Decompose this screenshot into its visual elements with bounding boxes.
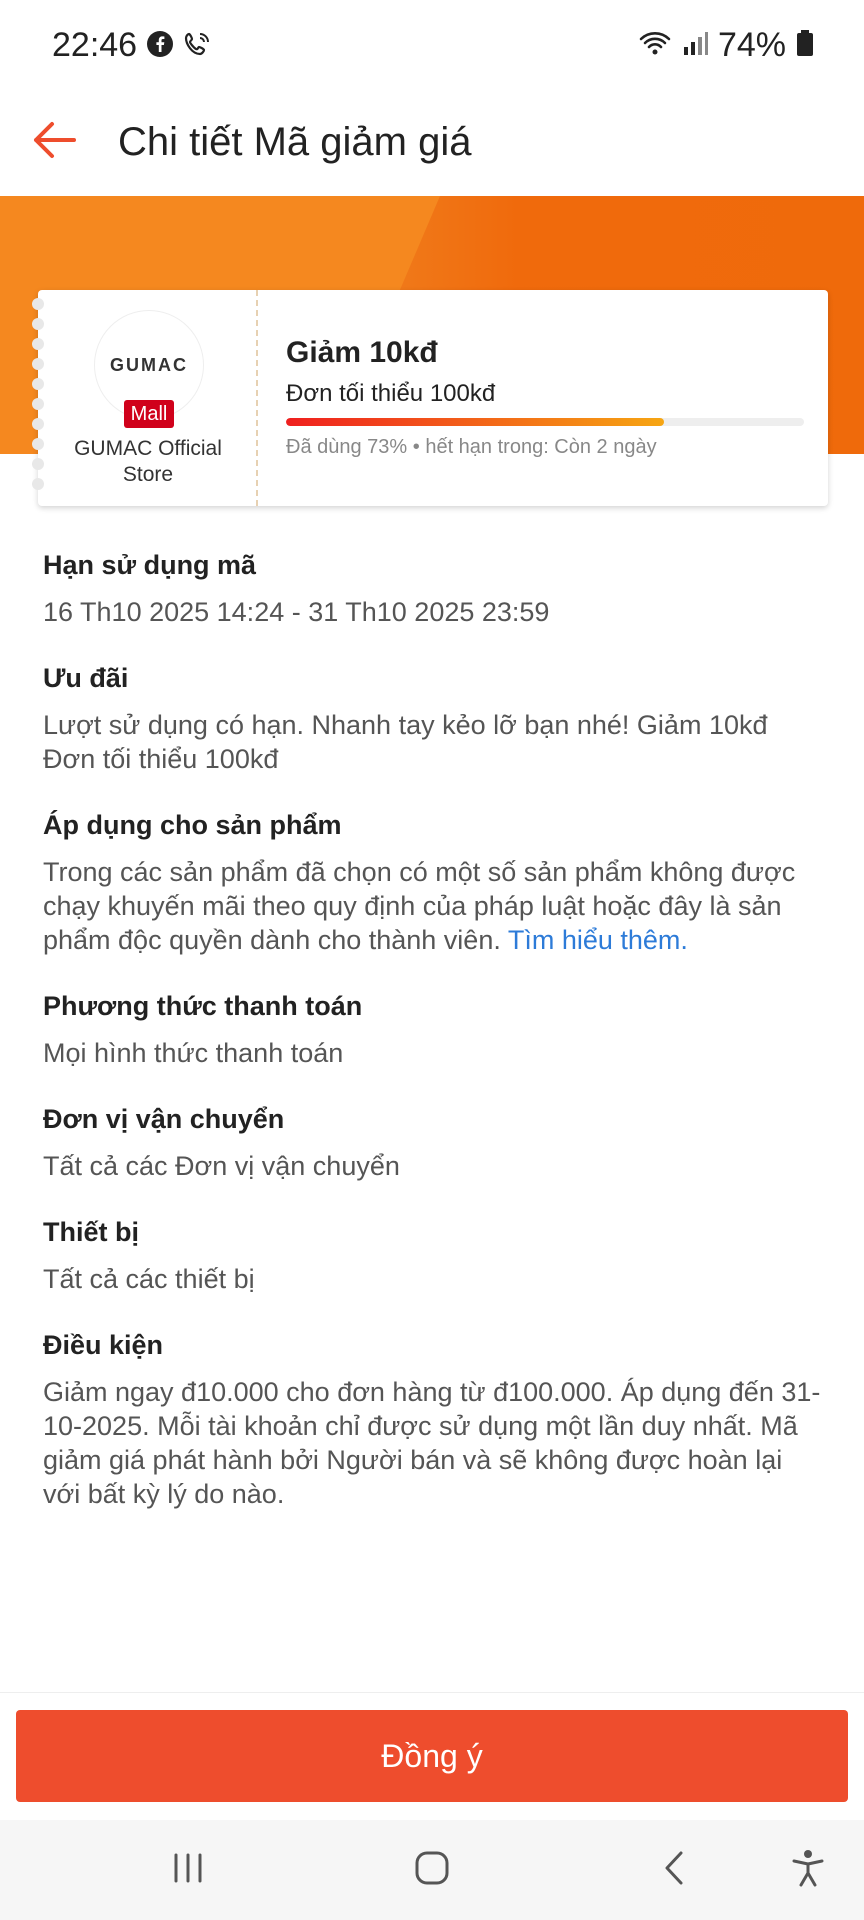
accessibility-button[interactable] [784,1846,832,1894]
voucher-usage-text: Đã dùng 73% • hết hạn trong: Còn 2 ngày [286,436,657,458]
section-products: Áp dụng cho sản phẩm Trong các sản phẩm … [43,810,823,957]
voucher-details: Hạn sử dụng mã 16 Th10 2025 14:24 - 31 T… [43,550,823,1545]
status-right-icons: 74% [638,26,814,65]
section-body: Giảm ngay đ10.000 cho đơn hàng từ đ100.0… [43,1377,821,1509]
section-conditions: Điều kiện Giảm ngay đ10.000 cho đơn hàng… [43,1330,823,1511]
section-title: Điều kiện [43,1330,164,1360]
wifi-calling-icon [182,30,212,65]
back-button[interactable] [24,112,84,172]
store-logo-text: GUMAC [110,354,188,375]
system-nav-bar [0,1820,864,1920]
footer-divider [0,1692,864,1693]
section-title: Đơn vị vận chuyển [43,1104,285,1134]
recent-apps-icon [170,1851,206,1890]
home-icon [413,1849,451,1892]
voucher-min-order: Đơn tối thiểu 100kđ [286,380,496,407]
voucher-info: Giảm 10kđ Đơn tối thiểu 100kđ Đã dùng 73… [286,290,806,506]
wifi-icon [638,29,672,62]
status-bar: 22:46 74% [0,0,864,92]
learn-more-link[interactable]: Tìm hiểu thêm. [508,925,688,955]
section-body: 16 Th10 2025 14:24 - 31 Th10 2025 23:59 [43,597,550,627]
section-shipping: Đơn vị vận chuyển Tất cả các Đơn vị vận … [43,1104,823,1183]
section-body: Tất cả các thiết bị [43,1264,255,1294]
page-title: Chi tiết Mã giảm giá [118,120,472,164]
voucher-card: GUMAC Mall GUMAC Official Store Giảm 10k… [32,290,828,506]
section-offer: Ưu đãi Lượt sử dụng có hạn. Nhanh tay kẻ… [43,663,823,776]
section-body-container: Trong các sản phẩm đã chọn có một số sản… [43,855,823,957]
section-body: Tất cả các Đơn vị vận chuyển [43,1151,400,1181]
battery-percent: 74% [717,26,786,64]
battery-icon [796,29,814,62]
recent-apps-button[interactable] [164,1846,212,1894]
voucher-store-section: GUMAC Mall GUMAC Official Store [32,290,258,506]
status-time: 22:46 [52,26,138,64]
section-device: Thiết bị Tất cả các thiết bị [43,1217,823,1296]
section-title: Áp dụng cho sản phẩm [43,810,342,840]
nav-back-button[interactable] [650,1846,698,1894]
status-notification-icons [146,30,212,65]
mall-badge: Mall [124,400,174,428]
section-title: Hạn sử dụng mã [43,550,257,580]
arrow-left-icon [30,120,78,165]
signal-icon [682,29,708,62]
agree-button[interactable]: Đồng ý [16,1710,848,1802]
section-title: Ưu đãi [43,663,129,693]
home-button[interactable] [408,1846,456,1894]
voucher-title: Giảm 10kđ [286,336,438,369]
section-title: Thiết bị [43,1217,139,1247]
app-bar: Chi tiết Mã giảm giá [0,92,864,196]
section-body: Mọi hình thức thanh toán [43,1038,344,1068]
section-title: Phương thức thanh toán [43,991,363,1021]
section-body: Lượt sử dụng có hạn. Nhanh tay kẻo lỡ bạ… [43,710,768,774]
facebook-icon [146,30,174,65]
accessibility-icon [790,1848,826,1893]
section-validity: Hạn sử dụng mã 16 Th10 2025 14:24 - 31 T… [43,550,823,629]
usage-progress-fill [286,418,665,426]
store-name: GUMAC Official Store [74,437,222,486]
section-payment: Phương thức thanh toán Mọi hình thức tha… [43,991,823,1070]
usage-progress-bar [286,418,804,426]
chevron-left-icon [659,1849,689,1892]
voucher-notches [32,298,44,498]
